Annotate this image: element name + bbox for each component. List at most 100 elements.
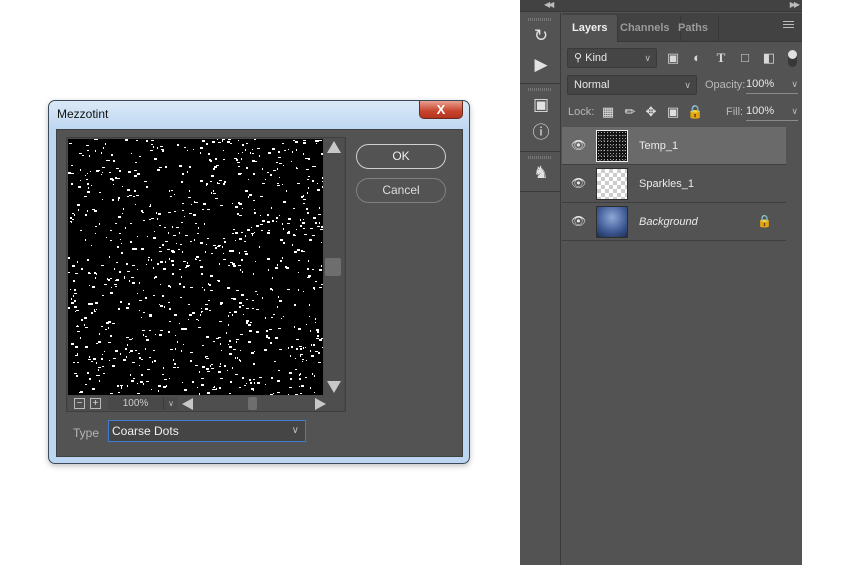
3d-icon[interactable]: ▣ [528, 93, 554, 117]
panel-menu-icon[interactable] [783, 21, 794, 30]
opacity-field[interactable]: 100% ∨ [746, 75, 798, 94]
dock-grip[interactable] [528, 88, 552, 91]
noise-speck [308, 260, 309, 262]
zoom-dropdown-chevron-icon[interactable]: ∨ [164, 397, 178, 410]
noise-speck [217, 246, 220, 247]
noise-speck [96, 362, 97, 364]
noise-speck [220, 302, 223, 304]
kind-filter-select[interactable]: ⚲ Kind ∨ [567, 48, 657, 68]
noise-speck [251, 388, 254, 390]
noise-speck [103, 373, 105, 374]
noise-speck [295, 369, 297, 370]
filter-preview[interactable] [68, 139, 323, 395]
noise-speck [201, 384, 204, 386]
noise-speck [146, 186, 148, 188]
vertical-scroll-thumb[interactable] [325, 258, 341, 276]
actions-play-icon[interactable]: ▶ [528, 53, 554, 77]
noise-speck [99, 375, 100, 376]
noise-speck [213, 190, 214, 192]
noise-speck [200, 152, 201, 154]
noise-speck [316, 329, 319, 331]
noise-speck [185, 235, 188, 236]
lock-image-pixels-brush-icon[interactable]: ✏ [622, 103, 638, 121]
visibility-eye-icon[interactable]: 👁 [571, 214, 586, 228]
noise-speck [205, 357, 206, 358]
noise-speck [86, 145, 89, 146]
info-icon[interactable]: ⓘ [528, 121, 554, 145]
horizontal-scroll-thumb[interactable] [248, 397, 257, 410]
scroll-left-arrow-icon[interactable] [182, 398, 193, 410]
preview-vertical-scrollbar[interactable] [324, 138, 344, 396]
noise-speck [71, 298, 72, 300]
noise-speck [144, 181, 147, 182]
noise-speck [303, 291, 304, 292]
noise-speck [189, 314, 192, 316]
noise-speck [246, 322, 248, 324]
layer-row-temp-1[interactable]: 👁 Temp_1 [562, 127, 786, 165]
image-filter-icon[interactable]: ▣ [664, 49, 682, 67]
layer-row-sparkles-1[interactable]: 👁 Sparkles_1 [562, 165, 786, 203]
noise-speck [96, 170, 99, 172]
noise-speck [126, 356, 127, 358]
chevron-down-icon[interactable]: ∨ [791, 102, 798, 120]
noise-speck [201, 311, 202, 313]
lock-artboard-icon[interactable]: ▣ [665, 103, 681, 121]
visibility-eye-icon[interactable]: 👁 [571, 176, 586, 190]
zoom-out-button[interactable]: − [74, 398, 85, 409]
collapse-left-icon[interactable]: ◀◀ [544, 0, 554, 9]
expand-right-icon[interactable]: ▶▶ [790, 0, 800, 9]
noise-speck [300, 355, 301, 357]
scroll-down-arrow-icon[interactable] [327, 381, 341, 393]
noise-speck [252, 153, 254, 154]
dock-grip[interactable] [528, 18, 552, 21]
noise-speck [240, 173, 242, 174]
dock-grip[interactable] [528, 156, 552, 159]
noise-speck [136, 140, 138, 141]
zoom-in-button[interactable]: + [90, 398, 101, 409]
chevron-down-icon[interactable]: ∨ [791, 75, 798, 93]
lock-transparent-pixels-icon[interactable]: ▦ [600, 103, 616, 121]
visibility-eye-icon[interactable]: 👁 [571, 138, 586, 152]
scroll-up-arrow-icon[interactable] [327, 141, 341, 153]
history-icon[interactable]: ↻ [528, 24, 554, 48]
cancel-button[interactable]: Cancel [356, 178, 446, 203]
shape-filter-icon[interactable]: □ [736, 49, 754, 67]
noise-speck [120, 301, 122, 303]
noise-speck [149, 219, 151, 220]
scroll-right-arrow-icon[interactable] [315, 398, 326, 410]
noise-speck [271, 207, 272, 209]
properties-stamp-icon[interactable]: ♞ [528, 161, 554, 185]
noise-speck [283, 165, 284, 166]
noise-speck [242, 305, 244, 306]
noise-speck [77, 261, 78, 263]
noise-speck [232, 203, 233, 204]
noise-speck [196, 319, 198, 320]
tab-paths[interactable]: Paths [668, 15, 719, 42]
lock-all-icon[interactable]: 🔒 [687, 103, 703, 121]
noise-speck [162, 295, 164, 297]
noise-speck [76, 310, 79, 311]
close-button[interactable]: X [419, 101, 463, 119]
noise-speck [172, 251, 175, 253]
noise-speck [142, 212, 144, 213]
type-select[interactable]: Coarse Dots ∨ [108, 420, 306, 442]
noise-speck [163, 268, 166, 270]
noise-speck [98, 367, 101, 368]
type-filter-icon[interactable]: T [712, 49, 730, 67]
noise-speck [254, 351, 255, 352]
noise-speck [77, 331, 80, 332]
noise-speck [184, 328, 187, 330]
smart-object-filter-icon[interactable]: ◧ [760, 49, 778, 67]
noise-speck [268, 337, 270, 339]
layer-row-background[interactable]: 👁 Background 🔒 [562, 203, 786, 241]
noise-speck [255, 161, 257, 162]
noise-speck [110, 240, 112, 241]
filter-toggle[interactable] [788, 50, 797, 67]
fill-field[interactable]: 100% ∨ [746, 102, 798, 121]
ok-button[interactable]: OK [356, 144, 446, 169]
adjustment-filter-icon[interactable]: ◐ [688, 49, 706, 67]
blend-mode-select[interactable]: Normal ∨ [567, 75, 697, 95]
lock-position-move-icon[interactable]: ✥ [643, 103, 659, 121]
zoom-level-field[interactable]: 100% [108, 397, 164, 410]
noise-speck [272, 289, 273, 291]
